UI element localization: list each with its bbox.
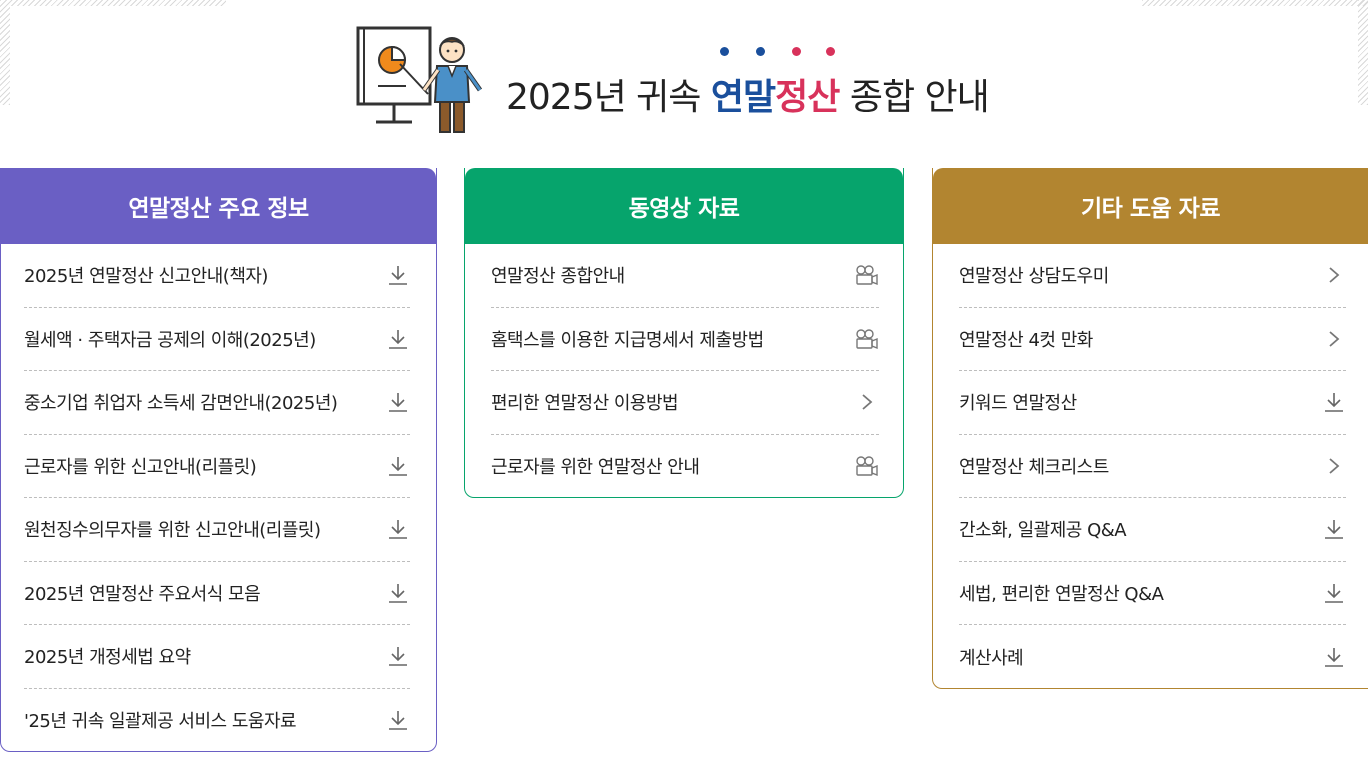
download-icon[interactable] [1322, 581, 1346, 605]
download-icon[interactable] [386, 581, 410, 605]
download-icon[interactable] [386, 390, 410, 414]
accent-dot [756, 47, 765, 56]
download-icon[interactable] [386, 708, 410, 732]
panel-video-materials: 동영상 자료 연말정산 종합안내홈택스를 이용한 지급명세서 제출방법편리한 연… [464, 168, 904, 498]
accent-dot [792, 47, 801, 56]
list-item-label: 키워드 연말정산 [959, 393, 1077, 415]
list-item[interactable]: 홈택스를 이용한 지급명세서 제출방법 [491, 308, 879, 371]
download-icon[interactable] [1322, 390, 1346, 414]
download-icon[interactable] [386, 263, 410, 287]
panel-item-list: 연말정산 종합안내홈택스를 이용한 지급명세서 제출방법편리한 연말정산 이용방… [465, 244, 903, 498]
presenter-illustration-icon [356, 26, 483, 133]
panel-title: 동영상 자료 [465, 168, 903, 244]
list-item[interactable]: 2025년 연말정산 주요서식 모음 [24, 562, 410, 625]
list-item-label: 원천징수의무자를 위한 신고안내(리플릿) [24, 520, 321, 542]
list-item[interactable]: 세법, 편리한 연말정산 Q&A [959, 562, 1346, 625]
download-icon[interactable] [1322, 517, 1346, 541]
list-item-label: 중소기업 취업자 소득세 감면안내(2025년) [24, 393, 338, 415]
list-item[interactable]: 2025년 개정세법 요약 [24, 625, 410, 689]
accent-dot [826, 47, 835, 56]
list-item[interactable]: 간소화, 일괄제공 Q&A [959, 498, 1346, 562]
list-item-label: 연말정산 체크리스트 [959, 456, 1109, 478]
page-title: 2025년 귀속 연말정산 종합 안내 [506, 68, 990, 120]
panel-title: 기타 도움 자료 [933, 168, 1368, 244]
chevron-right-icon[interactable] [855, 390, 879, 414]
list-item-label: 연말정산 4컷 만화 [959, 329, 1093, 351]
list-item[interactable]: 연말정산 종합안내 [491, 244, 879, 308]
list-item-label: 월세액 · 주택자금 공제의 이해(2025년) [24, 329, 316, 351]
list-item-label: 근로자를 위한 연말정산 안내 [491, 457, 700, 479]
chevron-right-icon[interactable] [1322, 263, 1346, 287]
list-item[interactable]: 연말정산 상담도우미 [959, 244, 1346, 308]
download-icon[interactable] [386, 327, 410, 351]
list-item[interactable]: 근로자를 위한 신고안내(리플릿) [24, 435, 410, 498]
download-icon[interactable] [386, 454, 410, 478]
list-item-label: 세법, 편리한 연말정산 Q&A [959, 583, 1164, 605]
accent-dot [720, 47, 729, 56]
list-item[interactable]: 계산사례 [959, 625, 1346, 689]
chevron-right-icon[interactable] [1322, 327, 1346, 351]
list-item-label: 간소화, 일괄제공 Q&A [959, 520, 1127, 542]
list-item-label: 근로자를 위한 신고안내(리플릿) [24, 456, 257, 478]
video-camera-icon[interactable] [855, 327, 879, 351]
page: 2025년 귀속 연말정산 종합 안내 연말정산 주요 정보 2025년 연말정… [0, 0, 1368, 770]
download-icon[interactable] [386, 517, 410, 541]
title-highlight-red: 정산 [775, 77, 840, 118]
list-item[interactable]: 중소기업 취업자 소득세 감면안내(2025년) [24, 371, 410, 435]
panel-title: 연말정산 주요 정보 [1, 168, 436, 244]
title-suffix: 종합 안내 [839, 77, 990, 118]
chevron-right-icon[interactable] [1322, 454, 1346, 478]
title-highlight-blue: 연말 [710, 77, 776, 118]
list-item[interactable]: 편리한 연말정산 이용방법 [491, 371, 879, 435]
list-item-label: 2025년 개정세법 요약 [24, 647, 191, 669]
panel-main-info: 연말정산 주요 정보 2025년 연말정산 신고안내(책자) 월세액 · 주택자금… [0, 168, 437, 752]
list-item-label: '25년 귀속 일괄제공 서비스 도움자료 [24, 711, 297, 733]
panel-other-help: 기타 도움 자료 연말정산 상담도우미 연말정산 4컷 만화 키워드 연말정산 연말정… [932, 168, 1368, 689]
list-item-label: 2025년 연말정산 신고안내(책자) [24, 266, 268, 288]
list-item[interactable]: 근로자를 위한 연말정산 안내 [491, 435, 879, 499]
list-item-label: 계산사례 [959, 647, 1024, 669]
list-item-label: 편리한 연말정산 이용방법 [491, 393, 679, 415]
list-item[interactable]: '25년 귀속 일괄제공 서비스 도움자료 [24, 689, 410, 753]
list-item[interactable]: 연말정산 체크리스트 [959, 435, 1346, 498]
video-camera-icon[interactable] [855, 454, 879, 478]
list-item-label: 홈택스를 이용한 지급명세서 제출방법 [491, 329, 764, 351]
panel-item-list: 연말정산 상담도우미연말정산 4컷 만화키워드 연말정산연말정산 체크리스트간소… [933, 244, 1368, 689]
download-icon[interactable] [1322, 645, 1346, 669]
list-item[interactable]: 2025년 연말정산 신고안내(책자) [24, 244, 410, 308]
list-item[interactable]: 연말정산 4컷 만화 [959, 308, 1346, 371]
list-item[interactable]: 월세액 · 주택자금 공제의 이해(2025년) [24, 308, 410, 371]
list-item-label: 연말정산 종합안내 [491, 266, 625, 288]
list-item-label: 2025년 연말정산 주요서식 모음 [24, 583, 261, 605]
panel-item-list: 2025년 연말정산 신고안내(책자) 월세액 · 주택자금 공제의 이해(202… [1, 244, 436, 752]
title-accent-dots [0, 47, 1368, 59]
list-item[interactable]: 원천징수의무자를 위한 신고안내(리플릿) [24, 498, 410, 562]
title-prefix: 2025년 귀속 [506, 77, 711, 118]
download-icon[interactable] [386, 644, 410, 668]
list-item[interactable]: 키워드 연말정산 [959, 371, 1346, 435]
page-header: 2025년 귀속 연말정산 종합 안내 [0, 0, 1368, 150]
list-item-label: 연말정산 상담도우미 [959, 266, 1109, 288]
video-camera-icon[interactable] [855, 263, 879, 287]
